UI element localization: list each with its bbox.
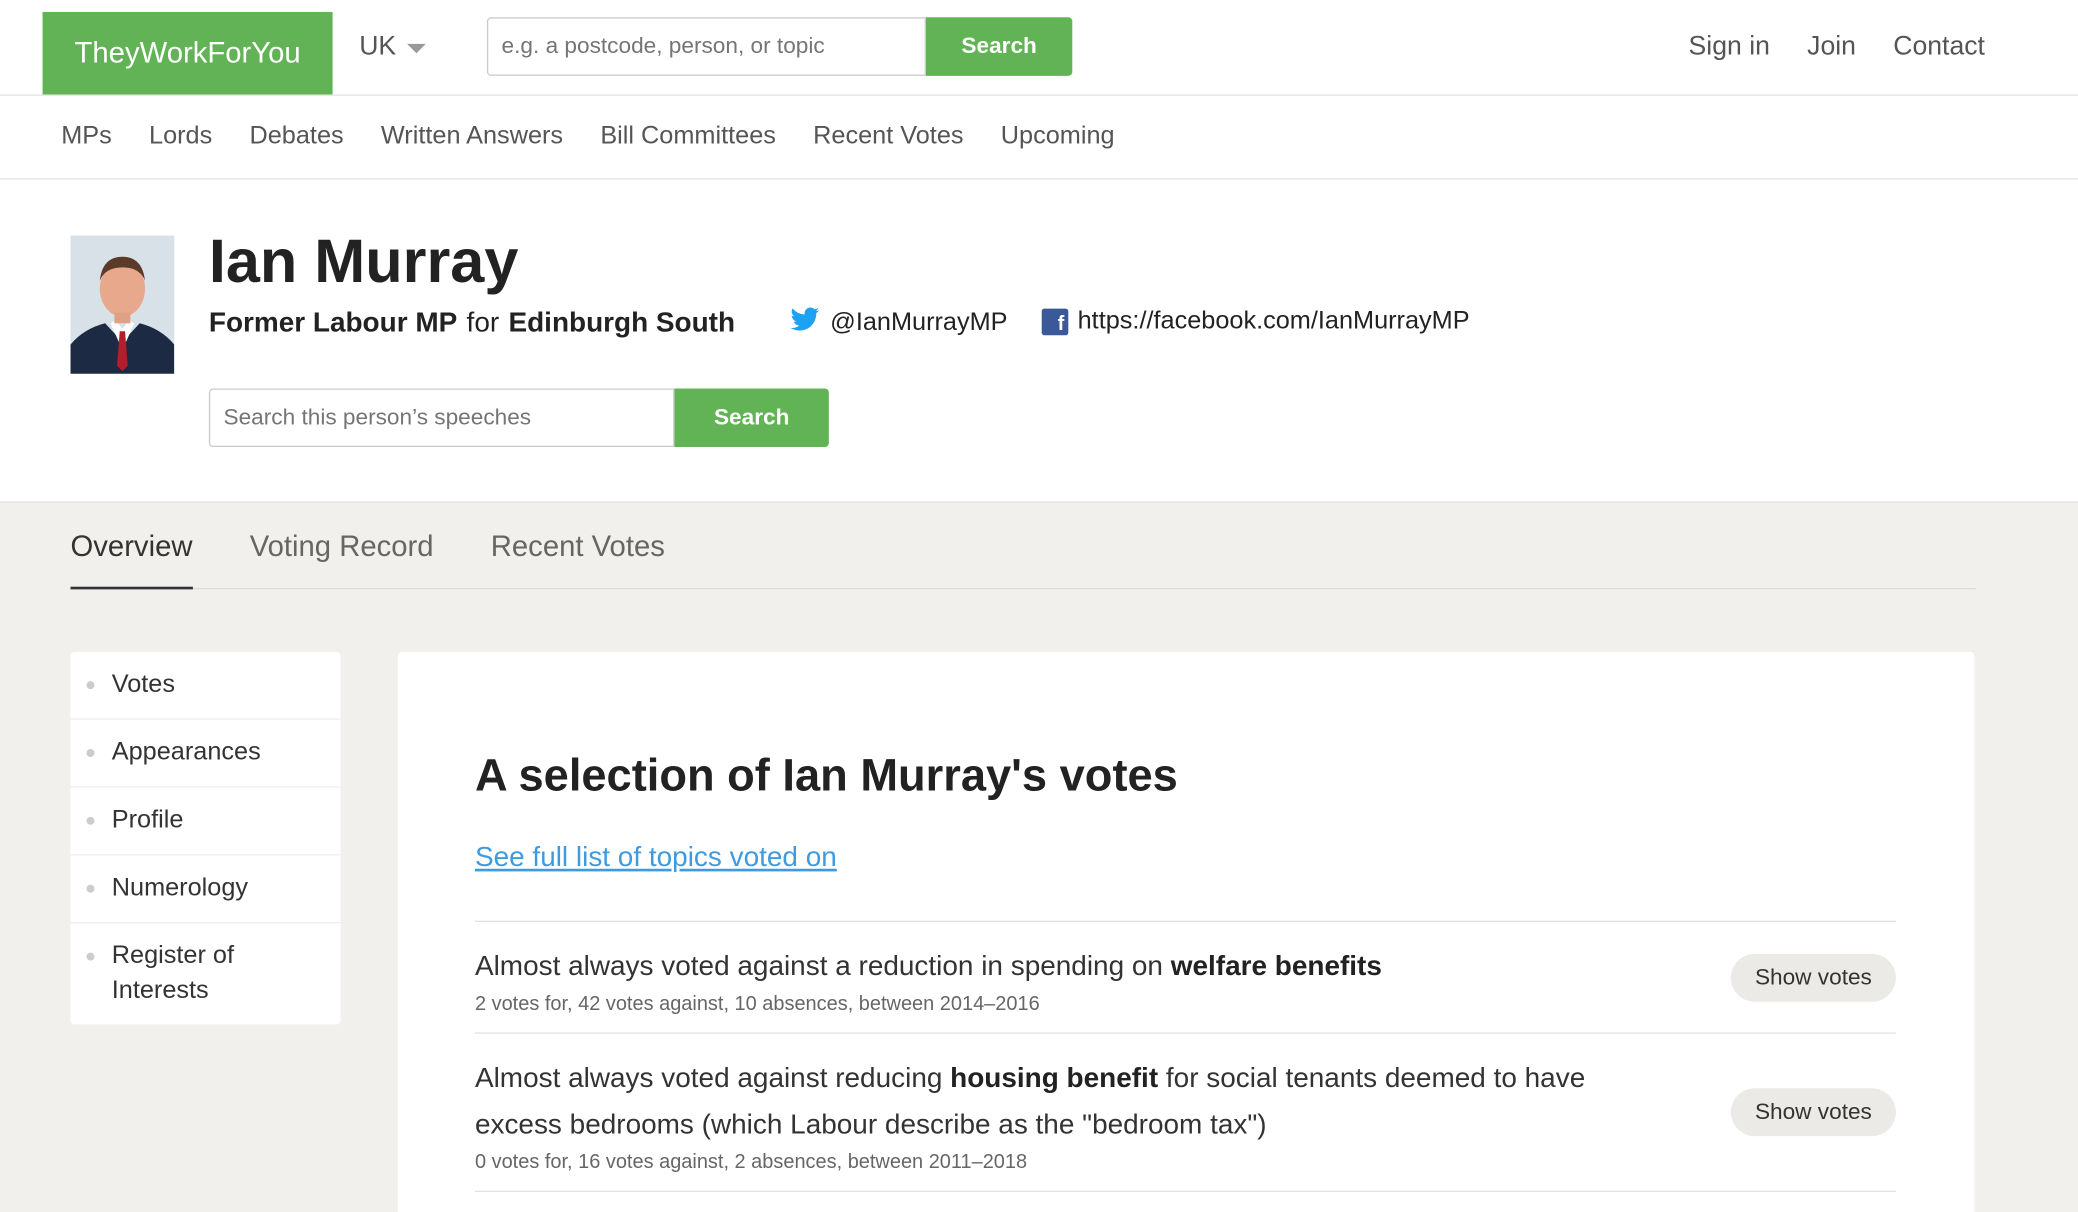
nav-item-bill-committees[interactable]: Bill Committees: [600, 122, 776, 151]
facebook-icon: f: [1041, 308, 1069, 336]
sidebar-item-votes[interactable]: Votes: [70, 652, 341, 720]
twitter-link[interactable]: @IanMurrayMP: [790, 307, 1008, 339]
tab-voting-record[interactable]: Voting Record: [250, 503, 434, 589]
person-name: Ian Murray: [208, 226, 519, 296]
sidebar-menu: Votes Appearances Profile Numerology Reg…: [70, 651, 341, 1025]
site-search-button[interactable]: Search: [925, 17, 1073, 76]
votes-heading: A selection of Ian Murray's votes: [474, 750, 1178, 801]
sidebar-item-appearances[interactable]: Appearances: [70, 720, 341, 788]
sidebar-item-label: Appearances: [111, 738, 261, 767]
sidebar-item-label: Votes: [111, 670, 176, 699]
site-search: Search: [486, 17, 1073, 76]
chevron-down-icon: [406, 43, 426, 54]
vote-text: Almost always voted against a reduction …: [474, 951, 1171, 982]
country-label: UK: [359, 31, 397, 62]
join-link[interactable]: Join: [1807, 32, 1856, 63]
votes-panel: A selection of Ian Murray's votes See fu…: [397, 651, 1975, 1212]
twitter-icon: [790, 307, 820, 339]
vote-meta: 0 votes for, 16 votes against, 2 absence…: [474, 1150, 1028, 1174]
sidebar-item-register-of-interests[interactable]: Register of Interests: [71, 923, 341, 1024]
person-tabs: Overview Voting Record Recent Votes: [70, 503, 1976, 590]
vote-topic: housing benefit: [950, 1062, 1159, 1094]
facebook-url: https://facebook.com/IanMurrayMP: [1077, 307, 1470, 336]
site-search-input[interactable]: [486, 17, 926, 76]
main-nav: MPs Lords Debates Written Answers Bill C…: [0, 96, 2078, 180]
bullet-icon: [86, 816, 95, 825]
vote-item: Almost always voted against reducing hou…: [474, 1034, 1896, 1193]
nav-item-upcoming[interactable]: Upcoming: [1001, 122, 1115, 151]
facebook-link[interactable]: f https://facebook.com/IanMurrayMP: [1041, 307, 1470, 336]
speech-search-button[interactable]: Search: [674, 388, 829, 448]
contact-link[interactable]: Contact: [1893, 32, 1985, 63]
sidebar-item-label: Numerology: [111, 874, 249, 903]
nav-item-debates[interactable]: Debates: [249, 122, 343, 151]
vote-summary: Almost always voted against reducing hou…: [475, 1055, 1646, 1148]
bullet-icon: [86, 952, 95, 961]
votes-list: Almost always voted against a reduction …: [474, 920, 1896, 1193]
sidebar-item-label: Profile: [111, 806, 184, 835]
top-bar: TheyWorkForYou UK Search Sign in Join Co…: [0, 0, 2078, 96]
nav-item-recent-votes[interactable]: Recent Votes: [813, 122, 963, 151]
role-for: for: [466, 307, 500, 338]
sidebar-item-profile[interactable]: Profile: [70, 788, 341, 856]
show-votes-button[interactable]: Show votes: [1730, 1088, 1896, 1137]
sidebar-item-label: Register of Interests: [111, 941, 234, 1005]
country-selector[interactable]: UK: [359, 31, 426, 63]
show-votes-button[interactable]: Show votes: [1730, 953, 1896, 1002]
full-topics-link[interactable]: See full list of topics voted on: [475, 842, 837, 874]
person-role: Former Labour MP for Edinburgh South: [209, 307, 735, 339]
speech-search-input[interactable]: [208, 388, 675, 448]
tab-overview[interactable]: Overview: [70, 503, 193, 590]
vote-text: Almost always voted against reducing: [474, 1062, 951, 1094]
content-area: Overview Voting Record Recent Votes Vote…: [0, 501, 2078, 1212]
person-header: Ian Murray Former Labour MP for Edinburg…: [0, 179, 2078, 502]
vote-item: Almost always voted against a reduction …: [474, 922, 1896, 1034]
vote-meta: 2 votes for, 42 votes against, 10 absenc…: [474, 992, 1040, 1016]
vote-topic: welfare benefits: [1170, 951, 1382, 982]
account-links: Sign in Join Contact: [1689, 32, 1985, 63]
constituency: Edinburgh South: [508, 307, 736, 338]
tab-recent-votes[interactable]: Recent Votes: [491, 503, 665, 589]
nav-item-written-answers[interactable]: Written Answers: [381, 122, 563, 151]
sidebar-item-numerology[interactable]: Numerology: [70, 855, 341, 924]
nav-item-mps[interactable]: MPs: [61, 122, 112, 151]
bullet-icon: [86, 681, 95, 690]
bullet-icon: [86, 884, 95, 893]
sign-in-link[interactable]: Sign in: [1689, 32, 1770, 63]
person-speech-search: Search: [208, 388, 829, 448]
site-logo[interactable]: TheyWorkForYou: [42, 11, 333, 95]
person-photo: [70, 235, 175, 374]
bullet-icon: [86, 749, 95, 757]
vote-summary: Almost always voted against a reduction …: [475, 943, 1646, 990]
role-prefix: Former Labour MP: [208, 307, 458, 338]
nav-item-lords[interactable]: Lords: [149, 122, 212, 151]
twitter-handle: @IanMurrayMP: [830, 308, 1008, 337]
